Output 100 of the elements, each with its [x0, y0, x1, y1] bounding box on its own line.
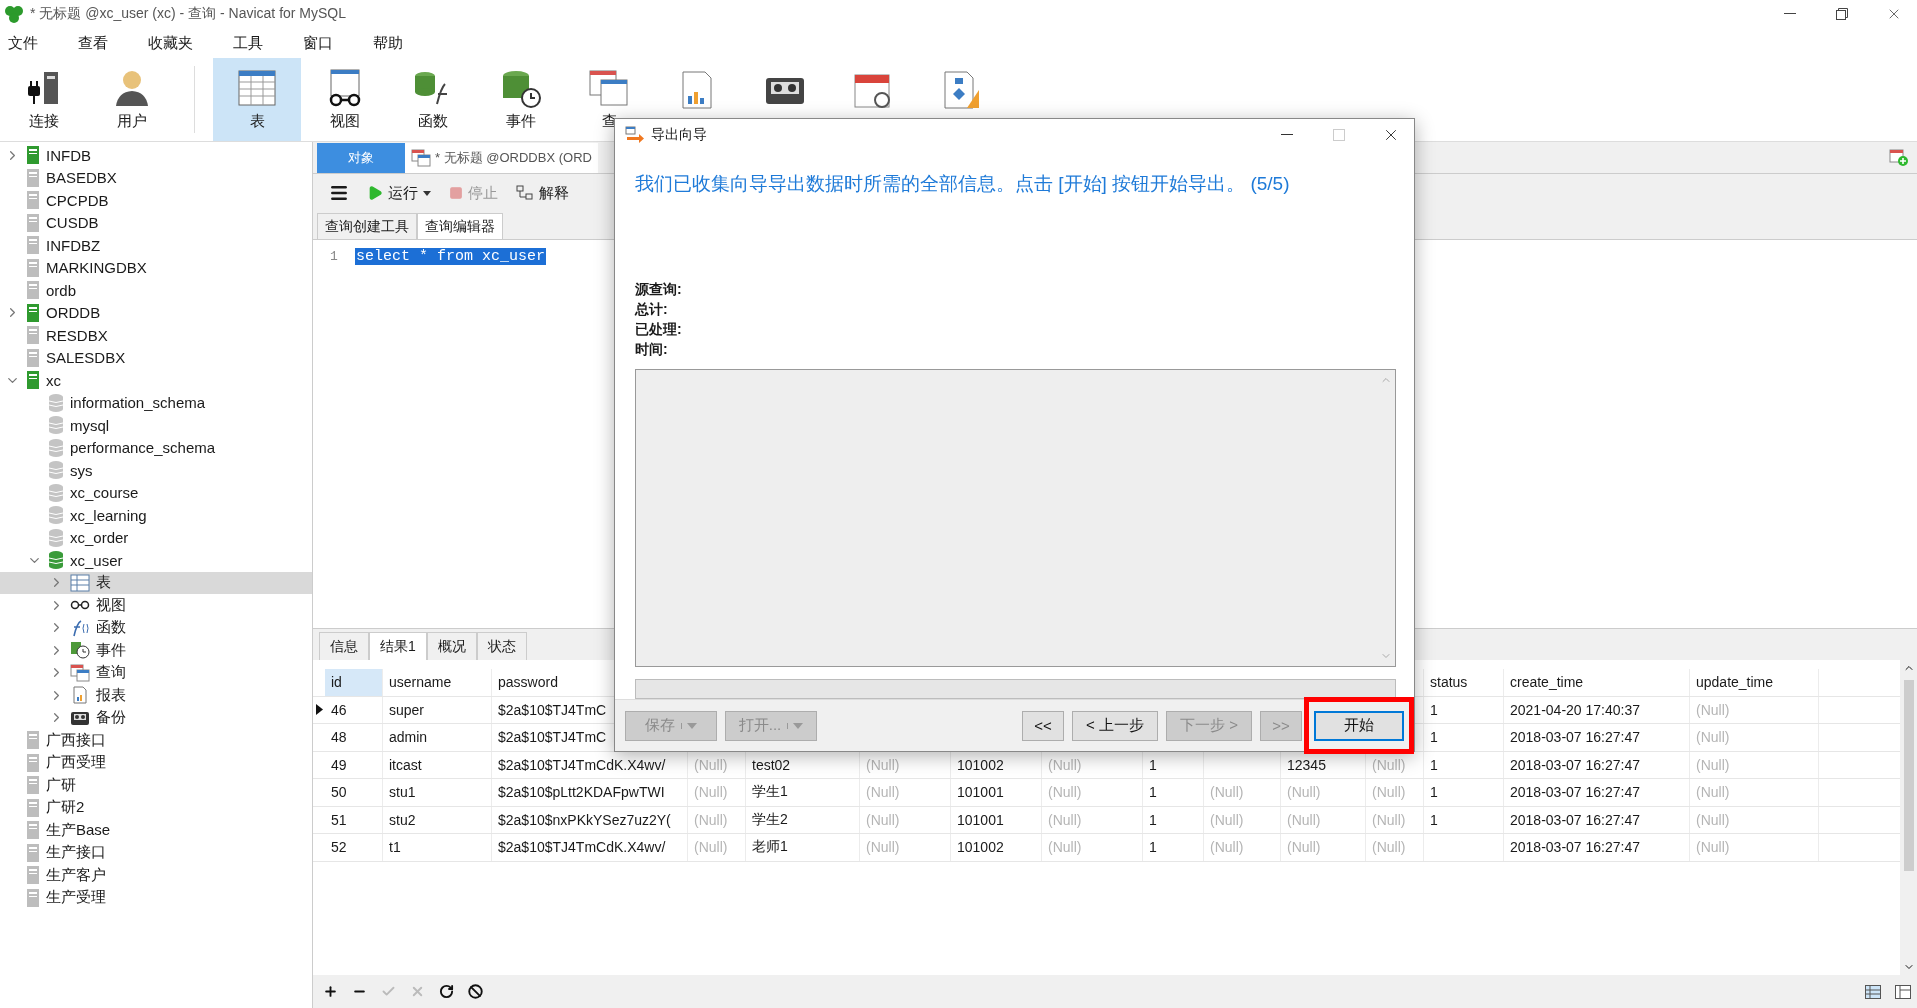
toolbar-button[interactable]: 查 — [565, 58, 653, 141]
tree-item[interactable]: ORDDB — [0, 301, 312, 324]
tree-item[interactable]: 生产接口 — [0, 841, 312, 864]
column-header[interactable]: status — [1424, 669, 1504, 696]
tree-item[interactable]: RESDBX — [0, 324, 312, 347]
table-cell: super — [383, 696, 492, 723]
grid-view-icon[interactable] — [1865, 984, 1881, 999]
toolbar-button[interactable]: 用户 — [88, 58, 176, 141]
tree-item[interactable]: xc — [0, 369, 312, 392]
tree-item[interactable]: SALESDBX — [0, 346, 312, 369]
tree-item[interactable]: 表 — [0, 571, 312, 594]
table-cell: (Null) — [1281, 834, 1366, 861]
table-cell: 老师1 — [746, 834, 860, 861]
tree-item[interactable]: sys — [0, 459, 312, 482]
tree-item[interactable]: MARKINGDBX — [0, 256, 312, 279]
tree-item[interactable]: xc_user — [0, 549, 312, 572]
tab[interactable]: 结果1 — [369, 632, 427, 660]
table-cell: (Null) — [1042, 834, 1143, 861]
wizard-button[interactable]: << — [1022, 710, 1064, 741]
tab[interactable]: 查询编辑器 — [417, 213, 503, 239]
tree-item[interactable]: INFDBZ — [0, 234, 312, 257]
tables-icon — [70, 663, 90, 682]
window-title: * 无标题 @xc_user (xc) - 查询 - Navicat for MySQL — [30, 5, 348, 23]
tree-item[interactable]: 广研2 — [0, 796, 312, 819]
toolbar-button[interactable]: 表 — [213, 58, 301, 141]
menu-item[interactable]: 工具 — [225, 33, 281, 53]
tree-item[interactable]: INFDB — [0, 144, 312, 167]
tree-item[interactable]: 报表 — [0, 684, 312, 707]
tree-item[interactable]: performance_schema — [0, 436, 312, 459]
table-cell: 46 — [325, 696, 383, 723]
table-cell: (Null) — [1690, 834, 1819, 861]
caret-icon — [793, 722, 804, 729]
table-cell: 50 — [325, 779, 383, 806]
refresh-icon[interactable] — [439, 984, 454, 999]
toolbar-button[interactable]: 连接 — [0, 58, 88, 141]
table-cell: 2018-03-07 16:27:47 — [1504, 834, 1690, 861]
tree-item[interactable]: 生产受理 — [0, 886, 312, 909]
stop-icon[interactable] — [468, 984, 483, 999]
tree-item[interactable]: 视图 — [0, 594, 312, 617]
toolbar-button[interactable]: 解释 — [516, 183, 569, 203]
function-icon — [70, 618, 90, 637]
tab[interactable]: 概况 — [426, 632, 477, 660]
tree-item[interactable]: ordb — [0, 279, 312, 302]
column-header[interactable]: create_time — [1504, 669, 1690, 696]
table-cell: (Null) — [1366, 834, 1424, 861]
table-cell: 2018-03-07 16:27:47 — [1504, 751, 1690, 778]
tree-item[interactable]: 事件 — [0, 639, 312, 662]
table-cell: 1 — [1424, 724, 1504, 751]
tab[interactable]: * 无标题 @ORDDBX (ORD — [405, 142, 598, 173]
wizard-heading: 我们已收集向导导出数据时所需的全部信息。点击 [开始] 按钮开始导出。 (5/5) — [635, 172, 1291, 197]
table-cell: 1 — [1424, 751, 1504, 778]
tree-item[interactable]: 备份 — [0, 706, 312, 729]
table-cell: (Null) — [1690, 696, 1819, 723]
caret-icon — [687, 722, 697, 729]
tree-item[interactable]: xc_course — [0, 481, 312, 504]
wizard-button[interactable]: 开始 — [1314, 710, 1404, 741]
toolbar-button[interactable]: 函数 — [389, 58, 477, 141]
tree-item[interactable]: xc_order — [0, 526, 312, 549]
column-header[interactable]: update_time — [1690, 669, 1819, 696]
tree-item[interactable]: CPCPDB — [0, 189, 312, 212]
tree-item[interactable]: mysql — [0, 414, 312, 437]
tree-item[interactable]: 生产Base — [0, 819, 312, 842]
table-cell: $2a$10$nxPKkYSez7uz2Y( — [492, 806, 688, 833]
tree-item[interactable]: 广研 — [0, 774, 312, 797]
tables-icon — [587, 68, 631, 108]
menu-item[interactable]: 收藏夹 — [140, 33, 211, 53]
tree-item[interactable]: BASEDBX — [0, 166, 312, 189]
tab[interactable]: 查询创建工具 — [317, 213, 417, 239]
menu-item[interactable]: 帮助 — [365, 33, 421, 53]
tree-item[interactable]: xc_learning — [0, 504, 312, 527]
tree-item[interactable]: 函数 — [0, 616, 312, 639]
tab[interactable]: 信息 — [319, 632, 369, 660]
toolbar-button[interactable]: 事件 — [477, 58, 565, 141]
toolbar-button[interactable]: 运行 — [367, 183, 431, 203]
tab[interactable]: 状态 — [476, 632, 527, 660]
table-cell: 52 — [325, 834, 383, 861]
column-header[interactable]: id — [325, 669, 383, 696]
menu-item[interactable]: 文件 — [0, 33, 56, 53]
tree-item[interactable]: 广西受理 — [0, 751, 312, 774]
tree-item[interactable]: CUSDB — [0, 211, 312, 234]
maximize-icon — [1333, 129, 1345, 142]
tree-item[interactable]: 广西接口 — [0, 729, 312, 752]
tree-item[interactable]: information_schema — [0, 391, 312, 414]
table-cell: 2021-04-20 17:40:37 — [1504, 696, 1690, 723]
plus-icon[interactable] — [323, 984, 338, 999]
form-view-icon[interactable] — [1895, 984, 1911, 999]
tree-item[interactable]: 生产客户 — [0, 864, 312, 887]
field-label: 源查询: — [635, 281, 683, 300]
table-cell: 1 — [1424, 806, 1504, 833]
menu-item[interactable]: 窗口 — [295, 33, 351, 53]
tree-item[interactable]: 查询 — [0, 661, 312, 684]
table-cell: 2018-03-07 16:27:47 — [1504, 779, 1690, 806]
wizard-button[interactable]: < 上一步 — [1072, 710, 1158, 741]
menu-item[interactable]: 查看 — [70, 33, 126, 53]
table-cell: 101001 — [951, 779, 1042, 806]
menu-icon[interactable] — [329, 183, 349, 203]
column-header[interactable]: username — [383, 669, 492, 696]
toolbar-button[interactable]: 视图 — [301, 58, 389, 141]
new-table-icon[interactable] — [1889, 148, 1909, 167]
table-cell: 1 — [1424, 779, 1504, 806]
